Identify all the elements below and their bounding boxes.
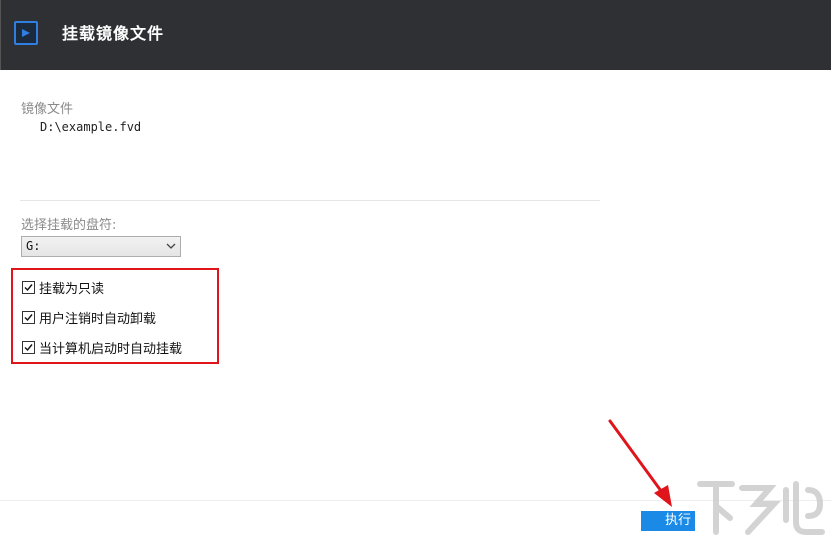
drive-letter-select[interactable]: G: <box>21 236 181 257</box>
drive-letter-value: G: <box>26 239 41 253</box>
chevron-down-icon <box>166 243 176 249</box>
section-divider <box>20 200 600 201</box>
option-readonly[interactable]: 挂载为只读 <box>22 278 105 297</box>
watermark-logo <box>697 481 825 535</box>
unmount-on-logoff-checkbox[interactable] <box>22 310 35 324</box>
execute-button[interactable]: 执行 <box>641 511 695 531</box>
mount-image-window: 挂载镜像文件 镜像文件 D:\example.fvd 选择挂载的盘符: G: 挂… <box>0 0 831 540</box>
option-unmount-on-logoff[interactable]: 用户注销时自动卸载 <box>22 308 157 327</box>
window-title: 挂载镜像文件 <box>62 24 165 43</box>
readonly-checkbox[interactable] <box>22 280 35 294</box>
check-icon <box>24 283 33 291</box>
image-file-label: 镜像文件 <box>21 102 74 117</box>
play-icon <box>14 21 38 45</box>
title-bar: 挂载镜像文件 <box>0 0 831 70</box>
check-icon <box>24 343 33 351</box>
image-file-path: D:\example.fvd <box>40 120 142 134</box>
check-icon <box>24 313 33 321</box>
option-mount-on-startup[interactable]: 当计算机启动时自动挂载 <box>22 338 183 357</box>
option-label: 当计算机启动时自动挂载 <box>39 341 183 357</box>
options-highlight-box: 挂载为只读 用户注销时自动卸载 当计算机启动时自动挂载 <box>11 268 219 364</box>
option-label: 挂载为只读 <box>39 281 105 297</box>
option-label: 用户注销时自动卸载 <box>39 311 157 327</box>
mount-on-startup-checkbox[interactable] <box>22 340 35 354</box>
drive-letter-label: 选择挂载的盘符: <box>21 218 117 233</box>
red-arrow-annotation <box>608 419 672 507</box>
